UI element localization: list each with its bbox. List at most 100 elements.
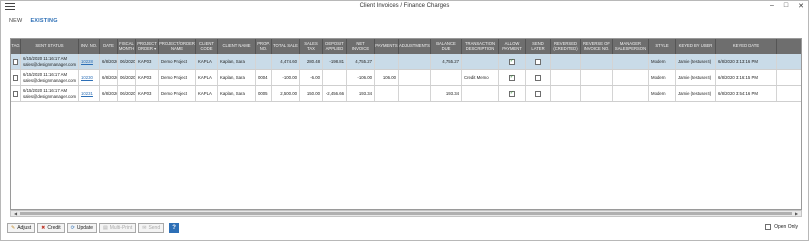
cell-tag [11,86,21,101]
cell-inv: 10230 [79,70,100,85]
column-header-manager[interactable]: MANAGER SALESPERSON [613,39,649,54]
close-icon[interactable]: ✕ [798,2,804,10]
column-header-user[interactable]: KEYED BY USER [676,39,716,54]
column-header-ccode[interactable]: CLIENT CODE [196,39,218,54]
open-only-checkbox[interactable] [765,224,772,230]
cell-reversed [551,86,581,101]
column-header-reversed[interactable]: REVERSED (CREDITED) [551,39,581,54]
allow-payment-checkbox[interactable]: ✓ [509,58,515,65]
send-later-checkbox[interactable] [535,58,541,65]
sent-email: sales@designmanager.com [23,77,77,83]
cell-later [526,70,551,85]
column-header-desc[interactable]: TRANSACTION DESCRIPTION [462,39,499,54]
window-title: Client Invoices / Finance Charges [359,3,450,9]
cell-later [526,54,551,69]
cell-sent: 6/15/2020 11:16:17 AM sales@designmanager… [21,54,79,69]
column-header-later[interactable]: SEND LATER [526,39,551,54]
app-window: Client Invoices / Finance Charges – □ ✕ … [0,0,809,241]
cell-sent: 6/15/2020 11:16:17 AM sales@designmanager… [21,70,79,85]
table-row[interactable]: 6/15/2020 11:16:17 AM sales@designmanager… [11,70,801,86]
tag-checkbox[interactable] [13,74,18,81]
tab-new[interactable]: NEW [9,18,22,24]
update-button[interactable]: ⟳ Update [66,223,97,233]
cell-manager [613,70,649,85]
maximize-icon[interactable]: □ [784,2,788,10]
open-only-toggle[interactable]: Open Only [765,224,798,230]
column-header-payments[interactable]: PAYMENTS [375,39,399,54]
cell-deposit: -2,456.66 [323,86,347,101]
cell-cname: Kaplan, Sara [218,70,256,85]
minimize-icon[interactable]: – [770,2,774,10]
column-header-sent[interactable]: SENT STATUS [21,39,79,54]
invoice-link[interactable]: 10228 [81,59,93,64]
tag-checkbox[interactable] [13,90,18,97]
column-header-cname[interactable]: CLIENT NAME [218,39,256,54]
cell-pname: Demo Project [159,86,196,101]
cell-manager [613,86,649,101]
cell-total: 4,474.60 [272,54,300,69]
cell-net: 4,755.27 [347,54,375,69]
tag-checkbox[interactable] [13,58,18,65]
column-header-inv[interactable]: INV. NO. [79,39,100,54]
credit-button[interactable]: ✖ Credit [37,223,65,233]
table-row[interactable]: 6/15/2020 11:16:17 AM sales@designmanager… [11,86,801,102]
cell-user: Jamie (testuser4) [676,86,716,101]
cell-reversed [551,54,581,69]
column-header-deposit[interactable]: DEPOSIT APPLIED [323,39,347,54]
cell-tax: -6.00 [300,70,323,85]
scroll-right-icon[interactable]: ▶ [793,211,800,216]
column-header-total[interactable]: TOTAL SALE [272,39,300,54]
column-header-balance[interactable]: BALANCE DUE [431,39,462,54]
credit-icon: ✖ [41,225,46,231]
scroll-thumb[interactable] [20,212,792,215]
cell-style: Modern [649,86,676,101]
column-header-date[interactable]: DATE [100,39,118,54]
help-button[interactable]: ? [169,223,180,233]
cell-allow: ✓ [499,86,526,101]
multi-print-button[interactable]: ▤ Multi-Print [98,223,137,233]
send-button[interactable]: ✉ Send [138,223,165,233]
cell-net: -106.00 [347,70,375,85]
column-header-net[interactable]: NET INVOICE [347,39,375,54]
cell-user: Jamie (testuser4) [676,54,716,69]
invoice-link[interactable]: 10231 [81,91,93,96]
cell-adj [399,70,431,85]
cell-prop [256,54,272,69]
column-header-tag[interactable]: TAG [11,39,21,54]
cell-user: Jamie (testuser4) [676,70,716,85]
allow-payment-checkbox[interactable]: ✓ [509,74,515,81]
cell-kdate: 6/8/2020 3:54:16 PM [716,86,777,101]
scroll-left-icon[interactable]: ◀ [12,211,19,216]
column-header-kdate[interactable]: KEYED DATE [716,39,777,54]
column-header-pname[interactable]: PROJECT/ORDER NAME [159,39,196,54]
cell-tax: 280.48 [300,54,323,69]
column-header-project[interactable]: PROJECT ORDER ▾ [136,39,159,54]
cell-cname: Kaplan, Sara [218,54,256,69]
cell-net: 193.34 [347,86,375,101]
adjust-button[interactable]: ✎ Adjust [7,223,36,233]
send-later-checkbox[interactable] [535,90,541,97]
column-header-fiscal[interactable]: FISCAL MONTH [118,39,136,54]
cell-manager [613,54,649,69]
column-header-prop[interactable]: PROP. NO. [256,39,272,54]
cell-kdate: 6/8/2020 3:16:15 PM [716,70,777,85]
cell-desc [462,54,499,69]
tab-existing[interactable]: EXISTING [30,18,57,24]
cell-fiscal: 06/2020 [118,86,136,101]
cell-inv: 10231 [79,86,100,101]
cell-balance: 193.34 [431,86,462,101]
column-header-style[interactable]: STYLE [649,39,676,54]
table-row[interactable]: 6/15/2020 11:16:17 AM sales@designmanager… [11,54,801,70]
cell-balance [431,70,462,85]
horizontal-scrollbar[interactable]: ◀ ▶ [10,210,802,217]
cell-ccode: KAPLA [196,70,218,85]
column-header-adj[interactable]: ADJUSTMENTS [399,39,431,54]
allow-payment-checkbox[interactable]: ✓ [509,90,515,97]
cell-date: 6/8/2020 [100,86,118,101]
send-later-checkbox[interactable] [535,74,541,81]
column-header-allow[interactable]: ALLOW PAYMENT [499,39,526,54]
column-header-tax[interactable]: SALES TAX [300,39,323,54]
cell-pname: Demo Project [159,70,196,85]
column-header-revinv[interactable]: REVERSE OF INVOICE NO. [581,39,613,54]
invoice-link[interactable]: 10230 [81,75,93,80]
